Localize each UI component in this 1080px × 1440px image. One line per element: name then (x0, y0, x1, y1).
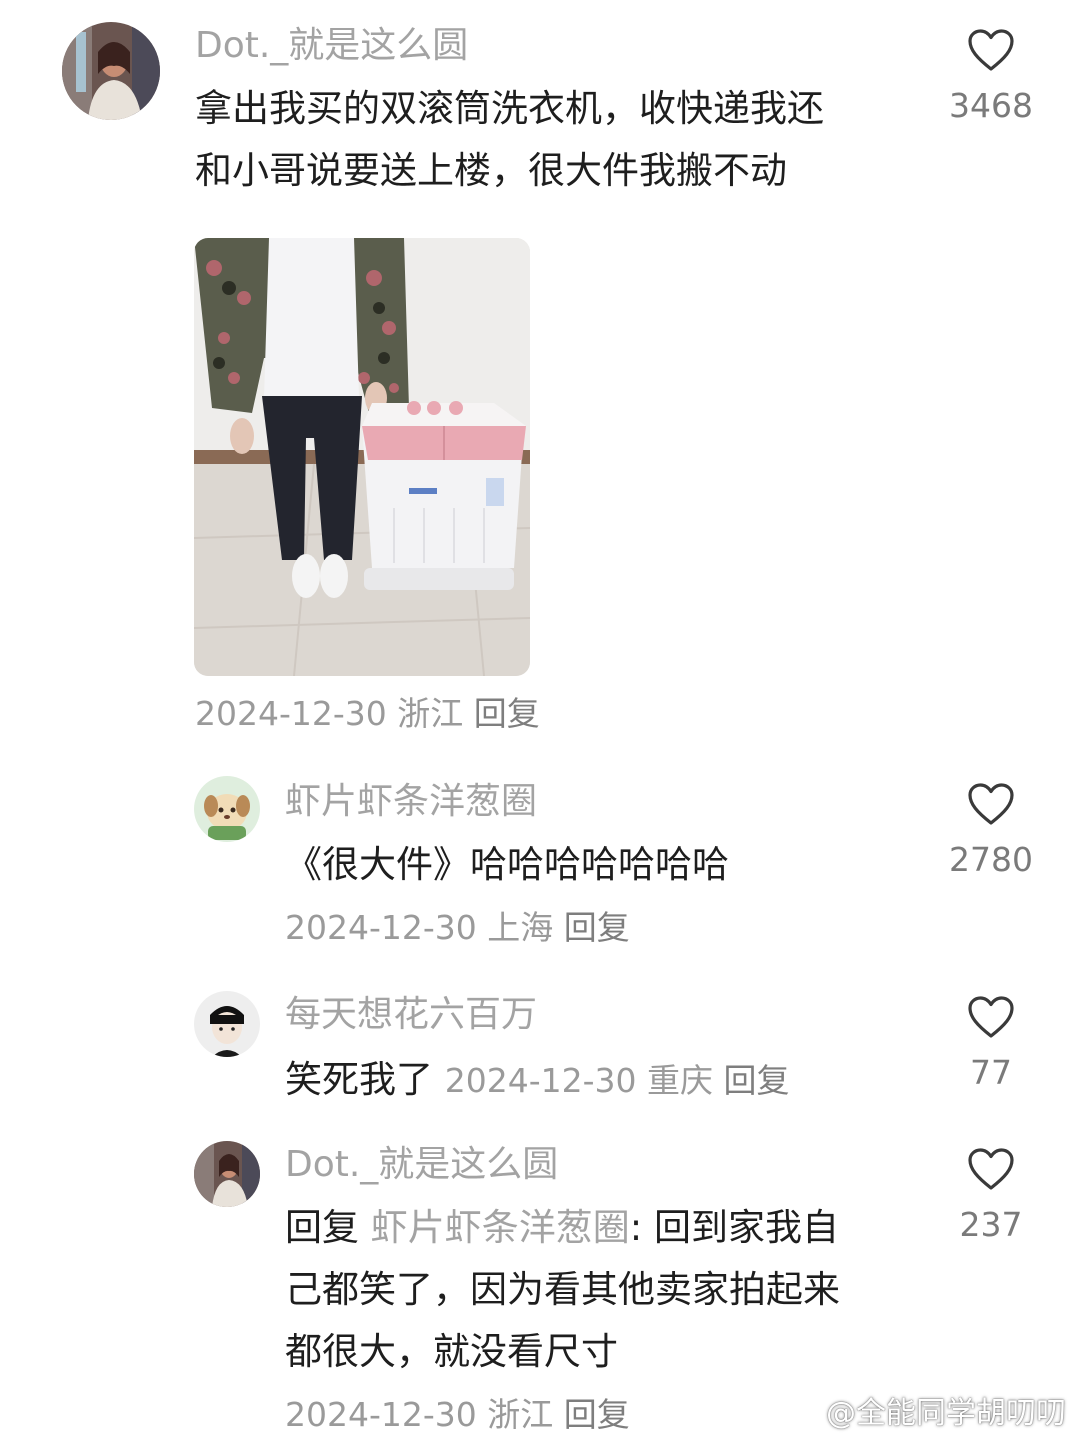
reply-prefix: 回复 (285, 1206, 359, 1249)
username[interactable]: 每天想花六百万 (285, 993, 537, 1037)
reply-button[interactable]: 回复 (724, 1061, 790, 1100)
reply-button[interactable]: 回复 (564, 908, 630, 947)
like-count: 77 (970, 1053, 1012, 1092)
like-button[interactable]: 2780 (936, 782, 1046, 880)
reply-button[interactable]: 回复 (564, 1395, 630, 1434)
comment-text-line: 己都笑了，因为看其他卖家拍起来 (285, 1268, 840, 1311)
comment-photo[interactable] (194, 238, 530, 676)
heart-outline-icon (968, 29, 1014, 71)
mention-username[interactable]: 虾片虾条洋葱圈 (371, 1206, 630, 1249)
comment-text: 《很大件》哈哈哈哈哈哈哈 (285, 843, 729, 886)
watermark-text: @全能同学胡叨叨 (826, 1395, 1066, 1431)
username[interactable]: Dot._就是这么圆 (195, 24, 468, 68)
like-count: 3468 (949, 86, 1033, 125)
comment-location: 上海 (487, 908, 554, 947)
like-count: 237 (959, 1205, 1023, 1244)
heart-outline-icon (968, 1148, 1014, 1190)
like-count: 2780 (949, 840, 1033, 879)
avatar-photo (194, 991, 260, 1057)
avatar-photo (62, 22, 160, 120)
like-button[interactable]: 77 (936, 995, 1046, 1093)
comment-2: 虾片虾条洋葱圈 《很大件》哈哈哈哈哈哈哈 2024-12-30 上海 回复 27… (0, 760, 1080, 970)
avatar[interactable] (194, 991, 260, 1057)
comment-meta: 2024-12-30 浙江 回复 (285, 1393, 630, 1437)
comment-date: 2024-12-30 (195, 694, 387, 733)
comment-body: 笑死我了 (285, 1058, 433, 1101)
comment-text-line: 回复 虾片虾条洋葱圈: 回到家我自 (285, 1197, 839, 1259)
comment-location: 重庆 (647, 1061, 714, 1100)
comment-date: 2024-12-30 (285, 908, 477, 947)
comment-date: 2024-12-30 (444, 1061, 637, 1100)
username[interactable]: 虾片虾条洋葱圈 (285, 780, 537, 824)
username[interactable]: Dot._就是这么圆 (285, 1143, 558, 1187)
comment-meta: 2024-12-30 重庆 回复 (445, 1061, 790, 1100)
reply-button[interactable]: 回复 (474, 694, 540, 733)
like-button[interactable]: 237 (936, 1147, 1046, 1245)
comment-location: 浙江 (487, 1395, 554, 1434)
comment-text-line: 拿出我买的双滚筒洗衣机，收快递我还 (195, 87, 824, 130)
comment-text-line: 都很大，就没看尺寸 (285, 1330, 618, 1373)
comment-text-line: 和小哥说要送上楼，很大件我搬不动 (195, 149, 787, 192)
washing-machine-photo (194, 238, 530, 676)
comment-text: 笑死我了 2024-12-30 重庆 回复 (285, 1049, 790, 1111)
avatar[interactable] (194, 776, 260, 842)
watermark: @全能同学胡叨叨 (788, 1388, 1066, 1433)
comment-body: : 回到家我自 (629, 1206, 839, 1249)
comment-location: 浙江 (397, 694, 464, 733)
comment-meta: 2024-12-30 上海 回复 (285, 906, 630, 950)
heart-outline-icon (968, 996, 1014, 1038)
weibo-logo-icon (788, 1396, 822, 1432)
heart-outline-icon (968, 783, 1014, 825)
comment-date: 2024-12-30 (285, 1395, 477, 1434)
avatar[interactable] (62, 22, 160, 120)
cartoon-dog-avatar (194, 776, 260, 842)
comment-1: Dot._就是这么圆 拿出我买的双滚筒洗衣机，收快递我还 和小哥说要送上楼，很大… (0, 0, 1080, 740)
comment-meta: 2024-12-30 浙江 回复 (195, 692, 540, 736)
comment-3: 每天想花六百万 笑死我了 2024-12-30 重庆 回复 77 (0, 975, 1080, 1115)
like-button[interactable]: 3468 (936, 28, 1046, 126)
avatar[interactable] (194, 1141, 260, 1207)
avatar-photo (194, 1141, 260, 1207)
